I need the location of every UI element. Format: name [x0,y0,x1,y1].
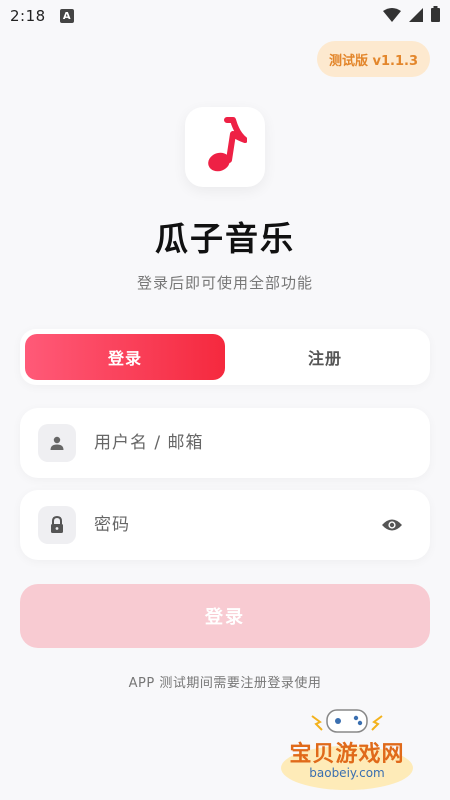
watermark-logo: 宝贝游戏网 baobeiy.com [272,706,422,796]
tab-login[interactable]: 登录 [25,334,225,380]
app-subtitle: 登录后即可使用全部功能 [136,274,313,292]
login-submit-button[interactable]: 登录 [20,584,430,648]
app-logo [185,107,265,187]
status-bar: 2:18 A [0,0,450,32]
password-input[interactable] [92,504,372,546]
username-input[interactable] [92,422,412,464]
tab-register[interactable]: 注册 [225,334,425,380]
footer-note: APP 测试期间需要注册登录使用 [128,676,322,691]
notification-icon: A [59,9,74,23]
app-title: 瓜子音乐 [155,219,295,258]
user-icon [38,424,76,462]
version-badge: 测试版 v1.1.3 [316,41,430,77]
auth-tab-switch: 登录 注册 [20,329,430,385]
lock-icon [38,506,76,544]
status-right [383,6,440,26]
music-note-icon [203,116,248,178]
watermark-name: 宝贝游戏网 [289,742,405,767]
username-field [20,408,430,478]
wifi-icon [383,7,401,26]
battery-icon [431,6,440,26]
status-time: 2:18 [10,7,46,25]
watermark-url: baobeiy.com [309,766,385,780]
password-field [20,490,430,560]
eye-icon[interactable] [372,505,412,545]
status-left: 2:18 A [10,7,74,25]
signal-icon [409,7,423,26]
